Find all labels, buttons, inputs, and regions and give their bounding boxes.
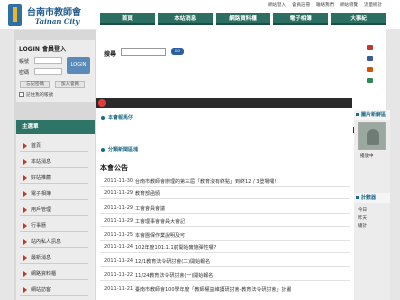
password-input[interactable] (34, 68, 62, 75)
forgot-password-button[interactable]: 忘記密碼 (20, 81, 50, 88)
news-date: 2011-11-25 (104, 232, 134, 238)
counter-yesterday: 昨天 (358, 216, 367, 221)
nav-home[interactable]: 首頁 (100, 13, 155, 25)
banner-strip (96, 98, 352, 108)
menu-item-latest[interactable]: 最新消息 (20, 252, 88, 264)
news-title[interactable]: 11/24教育法令研討會(一)開始報名 (135, 272, 213, 279)
news-date: 2011-11-29 (104, 205, 134, 211)
password-label: 密碼 (19, 70, 30, 76)
account-input[interactable] (34, 57, 62, 64)
menu-item-calendar[interactable]: 行事曆 (20, 220, 88, 232)
news-date: 2011-11-24 (104, 258, 134, 264)
photo-section-title: 圖片新鮮區 (354, 110, 390, 120)
top-link-register[interactable]: 會員註冊 (292, 2, 310, 8)
news-title[interactable]: 工會會員會議 (135, 205, 165, 212)
news-title[interactable]: 工會理事會會員大會記 (135, 218, 185, 225)
nav-album[interactable]: 電子相簿 (273, 13, 329, 25)
top-link-sitemap[interactable]: 網站導覽 (340, 2, 358, 8)
section-host[interactable]: 本會報馬仔 (101, 114, 133, 121)
top-link-stats[interactable]: 流量統計 (364, 2, 382, 8)
news-title[interactable]: 台南市教師會辦理的第三屆「教育沒有終點」到終12 / 3登場囉! (135, 178, 276, 185)
news-date: 2011-11-21 (104, 286, 134, 292)
news-date: 2011-11-24 (104, 244, 134, 250)
menu-item-links[interactable]: 好站推薦 (20, 172, 88, 184)
top-link-login[interactable]: 網站登入 (268, 2, 286, 8)
nav-events[interactable]: 大事紀 (331, 13, 386, 25)
news-divider (100, 240, 350, 241)
news-title[interactable]: 本會團保作業說明及可 (135, 232, 185, 239)
news-title[interactable]: 102年度101.1.1前開始實施彈性囉? (135, 244, 216, 251)
news-date: 2011-11-30 (104, 178, 134, 184)
banner-icon (98, 99, 106, 107)
account-label: 帳號 (19, 59, 30, 65)
register-button[interactable]: 加入會員 (55, 81, 85, 88)
counter-title: 計數器 (354, 193, 390, 203)
main-content: 搜尋 GO 本會報馬仔 分類新聞區塊 本會公告 2011-11-30 台南市教師… (96, 29, 386, 300)
news-date: 2011-11-29 (104, 218, 134, 224)
news-title[interactable]: 臺南市教師會100學年度「教師權益維護研討會-教育法令研討會」計畫 (135, 286, 291, 293)
news-title[interactable]: 教育部函頒 (135, 190, 160, 197)
login-panel: LOGIN 會員登入 帳號 密碼 LOGIN 忘記密碼 加入會員 記住我的帳號 (16, 40, 95, 102)
login-button[interactable]: LOGIN (67, 57, 90, 74)
remember-me[interactable]: 記住我的帳號 (19, 92, 53, 98)
menu-item-users[interactable]: 用戶管理 (20, 204, 88, 216)
menu-item-visitors[interactable]: 網站訪客 (20, 284, 88, 296)
facebook-icon[interactable] (367, 56, 373, 61)
news-divider (100, 186, 350, 187)
news-date: 2011-11-29 (104, 190, 134, 196)
nav-news[interactable]: 本站消息 (157, 13, 213, 25)
top-links: 網站登入 會員註冊 聯絡我們 網站導覽 流量統計 (268, 2, 382, 8)
news-divider (100, 266, 350, 267)
photo-caption: 播放中 (360, 154, 374, 159)
news-title[interactable]: 12/1教育法令研討會(二)開始報名 (135, 258, 210, 265)
site-title-en: Tainan City (35, 17, 80, 26)
main-menu: 主選單 首頁 本站消息 好站推薦 電子相簿 用戶管理 行事曆 站內私人訊息 最新… (16, 120, 95, 300)
news-divider (100, 252, 350, 253)
menu-item-home[interactable]: 首頁 (20, 140, 88, 152)
menu-item-album[interactable]: 電子相簿 (20, 188, 88, 200)
remember-label: 記住我的帳號 (26, 93, 53, 98)
news-divider (100, 198, 350, 199)
search-input[interactable] (121, 48, 166, 56)
section-category[interactable]: 分類新聞區塊 (101, 146, 138, 153)
news-date: 2011-11-22 (104, 272, 134, 278)
twitter-icon[interactable] (367, 78, 373, 83)
photo-thumbnail[interactable] (358, 122, 386, 150)
menu-title: 主選單 (16, 120, 95, 134)
news-divider (100, 280, 350, 281)
news-divider (100, 226, 350, 227)
search-button[interactable]: GO (171, 48, 184, 55)
login-title: LOGIN 會員登入 (19, 46, 66, 53)
rss-icon[interactable] (367, 67, 373, 72)
remember-checkbox[interactable] (19, 92, 24, 97)
right-column: 圖片新鮮區 播放中 計數器 今日 昨天 總計 (354, 110, 390, 300)
news-divider (100, 213, 350, 214)
site-header: 台南市教師會 Tainan City 網站登入 會員註冊 聯絡我們 網站導覽 流… (0, 0, 400, 29)
logo-icon[interactable] (8, 4, 22, 26)
nav-files[interactable]: 網路資料櫃 (215, 13, 271, 25)
search-label: 搜尋 (104, 51, 117, 58)
menu-item-messages[interactable]: 站內私人訊息 (20, 236, 88, 248)
plurk-icon[interactable] (367, 45, 373, 50)
top-link-contact[interactable]: 聯絡我們 (316, 2, 334, 8)
menu-item-news[interactable]: 本站消息 (20, 156, 88, 168)
counter-today: 今日 (358, 208, 367, 213)
news-heading: 本會公告 (100, 164, 128, 172)
main-nav: 首頁 本站消息 網路資料櫃 電子相簿 大事紀 (100, 13, 386, 25)
counter-total: 總計 (358, 224, 367, 229)
menu-item-files[interactable]: 網路資料櫃 (20, 268, 88, 280)
